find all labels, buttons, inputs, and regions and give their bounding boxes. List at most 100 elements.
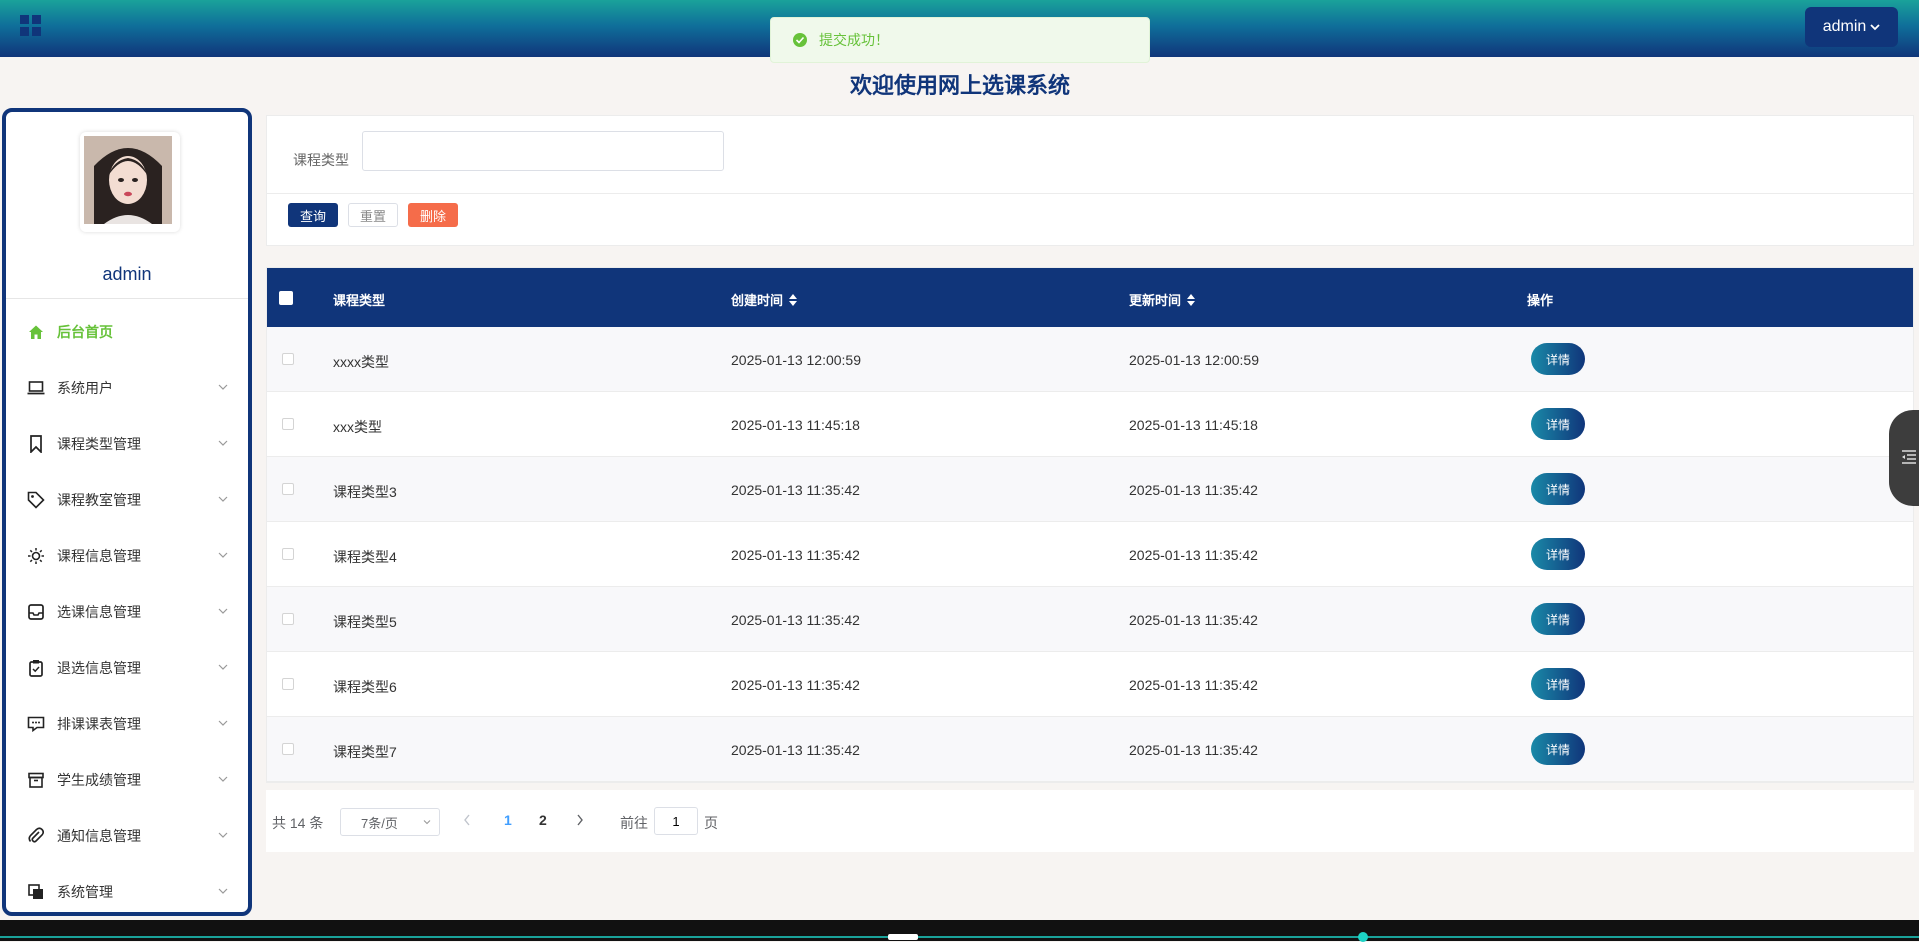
sidebar-item-system-users[interactable]: 系统用户 xyxy=(6,360,248,416)
row-checkbox[interactable] xyxy=(282,613,294,625)
reset-button[interactable]: 重置 xyxy=(348,203,398,227)
pagination: 共 14 条 7条/页 1 2 前往 页 xyxy=(266,790,1914,852)
goto-label: 前往 xyxy=(620,815,648,831)
sidebar-menu: 后台首页 系统用户 课程类型管理 课程教室管理 课程信息管理 选课信息管理 退选… xyxy=(6,304,248,912)
chevron-down-icon xyxy=(218,832,228,838)
chevron-down-icon xyxy=(218,664,228,670)
detail-button[interactable]: 详情 xyxy=(1531,473,1585,505)
search-divider xyxy=(267,193,1913,194)
bookmark-icon xyxy=(26,434,46,454)
detail-button[interactable]: 详情 xyxy=(1531,343,1585,375)
page-number-2[interactable]: 2 xyxy=(539,812,547,828)
column-header-label: 操作 xyxy=(1527,293,1554,308)
user-dropdown-button[interactable]: admin xyxy=(1805,7,1898,47)
detail-button[interactable]: 详情 xyxy=(1531,668,1585,700)
success-toast: 提交成功！ xyxy=(770,17,1150,63)
sort-icon[interactable] xyxy=(789,293,798,306)
sidebar-item-system[interactable]: 系统管理 xyxy=(6,864,248,912)
cell-type: 课程类型7 xyxy=(333,744,397,760)
table-row: 课程类型4 2025-01-13 11:35:42 2025-01-13 11:… xyxy=(267,522,1913,587)
sidebar-item-withdraw[interactable]: 退选信息管理 xyxy=(6,640,248,696)
detail-button[interactable]: 详情 xyxy=(1531,603,1585,635)
row-checkbox[interactable] xyxy=(282,678,294,690)
sidebar-item-classroom[interactable]: 课程教室管理 xyxy=(6,472,248,528)
cell-updated: 2025-01-13 12:00:59 xyxy=(1129,352,1259,368)
cell-updated: 2025-01-13 11:45:18 xyxy=(1129,417,1258,433)
page-jump-input[interactable] xyxy=(654,807,698,835)
cell-created: 2025-01-13 11:35:42 xyxy=(731,547,860,563)
chevron-down-icon xyxy=(218,496,228,502)
row-checkbox[interactable] xyxy=(282,353,294,365)
chevron-down-icon xyxy=(218,888,228,894)
sidebar-item-label: 课程信息管理 xyxy=(57,548,141,564)
avatar-image xyxy=(84,136,172,224)
table-body: xxxx类型 2025-01-13 12:00:59 2025-01-13 12… xyxy=(267,327,1913,782)
table-row: 课程类型7 2025-01-13 11:35:42 2025-01-13 11:… xyxy=(267,717,1913,782)
cell-type: 课程类型3 xyxy=(333,484,397,500)
sun-icon xyxy=(26,546,46,566)
chevron-down-icon xyxy=(218,720,228,726)
cell-type: xxxx类型 xyxy=(333,354,389,370)
column-header-label: 更新时间 xyxy=(1129,293,1182,308)
cell-type: xxx类型 xyxy=(333,419,382,435)
cell-created: 2025-01-13 11:45:18 xyxy=(731,417,860,433)
inbox-icon xyxy=(26,602,46,622)
sidebar-item-course-type[interactable]: 课程类型管理 xyxy=(6,416,248,472)
data-table: 课程类型 创建时间 更新时间 操作 xxxx类型 2025-01-13 12:0… xyxy=(266,267,1914,783)
avatar xyxy=(80,132,180,232)
page-size-select[interactable]: 7条/页 xyxy=(340,808,440,836)
query-button[interactable]: 查询 xyxy=(288,203,338,227)
copy-icon xyxy=(26,882,46,902)
sidebar-item-schedule[interactable]: 排课课表管理 xyxy=(6,696,248,752)
sidebar-divider xyxy=(6,298,248,299)
sidebar-item-notice[interactable]: 通知信息管理 xyxy=(6,808,248,864)
menu-fold-icon xyxy=(1902,450,1916,464)
check-circle-icon xyxy=(793,33,807,47)
row-checkbox[interactable] xyxy=(282,483,294,495)
column-header-type: 课程类型 xyxy=(333,290,385,309)
detail-button[interactable]: 详情 xyxy=(1531,538,1585,570)
delete-button[interactable]: 删除 xyxy=(408,203,458,227)
cell-created: 2025-01-13 11:35:42 xyxy=(731,742,860,758)
column-header-updated[interactable]: 更新时间 xyxy=(1129,290,1196,309)
row-checkbox[interactable] xyxy=(282,548,294,560)
sidebar-item-label: 学生成绩管理 xyxy=(57,772,141,788)
detail-button[interactable]: 详情 xyxy=(1531,733,1585,765)
column-header-label: 课程类型 xyxy=(333,293,386,308)
next-page-icon[interactable] xyxy=(575,813,585,827)
cell-updated: 2025-01-13 11:35:42 xyxy=(1129,742,1258,758)
cell-created: 2025-01-13 11:35:42 xyxy=(731,482,860,498)
sidebar: admin 后台首页 系统用户 课程类型管理 课程教室管理 课程信息管理 选课信… xyxy=(2,108,252,916)
progress-tooltip xyxy=(888,934,918,940)
message-icon xyxy=(26,714,46,734)
prev-page-icon[interactable] xyxy=(462,813,472,827)
cell-created: 2025-01-13 11:35:42 xyxy=(731,612,860,628)
sidebar-item-label: 退选信息管理 xyxy=(57,660,141,676)
sidebar-item-course-info[interactable]: 课程信息管理 xyxy=(6,528,248,584)
cell-updated: 2025-01-13 11:35:42 xyxy=(1129,612,1258,628)
row-checkbox[interactable] xyxy=(282,743,294,755)
chevron-down-icon xyxy=(423,820,431,825)
cell-type: 课程类型6 xyxy=(333,679,397,695)
table-row: xxxx类型 2025-01-13 12:00:59 2025-01-13 12… xyxy=(267,327,1913,392)
floating-side-tab[interactable] xyxy=(1889,410,1919,506)
sidebar-item-home[interactable]: 后台首页 xyxy=(6,304,248,360)
cell-created: 2025-01-13 12:00:59 xyxy=(731,352,861,368)
pagination-total: 共 14 条 xyxy=(272,815,324,831)
course-type-search-input[interactable] xyxy=(362,131,724,171)
page-number-1[interactable]: 1 xyxy=(504,812,512,828)
column-header-created[interactable]: 创建时间 xyxy=(731,290,798,309)
chevron-down-icon xyxy=(218,608,228,614)
row-checkbox[interactable] xyxy=(282,418,294,430)
sidebar-item-grades[interactable]: 学生成绩管理 xyxy=(6,752,248,808)
sidebar-item-selection[interactable]: 选课信息管理 xyxy=(6,584,248,640)
column-header-op: 操作 xyxy=(1527,290,1553,309)
select-all-checkbox[interactable] xyxy=(279,291,293,305)
chevron-down-icon xyxy=(218,384,228,390)
sidebar-item-label: 选课信息管理 xyxy=(57,604,141,620)
sidebar-item-label: 排课课表管理 xyxy=(57,716,141,732)
sort-icon[interactable] xyxy=(1187,293,1196,306)
detail-button[interactable]: 详情 xyxy=(1531,408,1585,440)
toast-message: 提交成功！ xyxy=(819,32,889,48)
grid-menu-icon[interactable] xyxy=(20,15,42,37)
